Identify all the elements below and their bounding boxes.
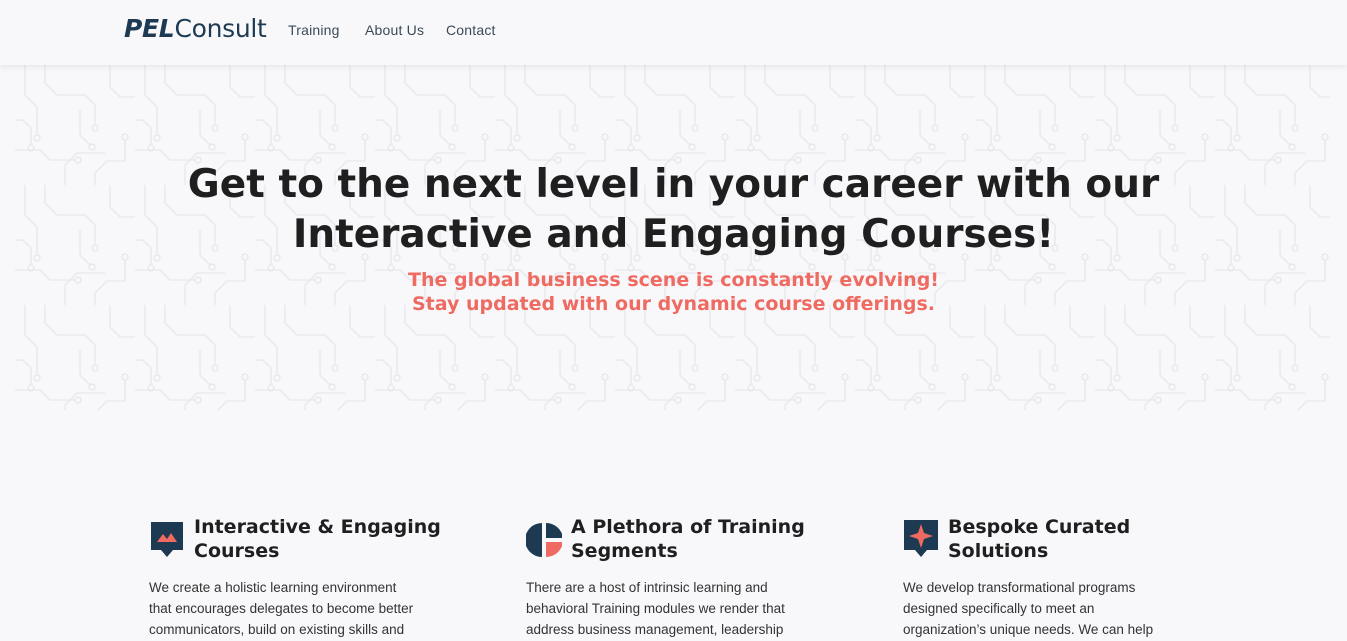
feature-text-line2: designed specifically to meet an [903,601,1095,616]
nav-link-contact[interactable]: Contact [446,22,496,38]
feature-title-line1: A Plethora of Training [571,516,805,538]
feature-text-line1: There are a host of intrinsic learning a… [526,580,768,595]
feature-text: We develop transformational programs des… [903,577,1203,640]
navbar: PELConsult Training About Us Contact [0,0,1347,65]
feature-title: Interactive & Engaging Courses [194,515,454,563]
feature-title-line2: Courses [194,540,280,562]
brand-logo-light: Consult [174,14,267,43]
hero-section: Get to the next level in your career wit… [0,65,1347,415]
nav-link-about-us[interactable]: About Us [365,22,424,38]
feature-title-line1: Bespoke Curated [948,516,1131,538]
hero-subtitle-line2: Stay updated with our dynamic course off… [411,293,935,315]
feature-title-line2: Segments [571,540,678,562]
hero-title: Get to the next level in your career wit… [0,160,1347,260]
feature-text-line1: We develop transformational programs [903,580,1136,595]
feature-text-line2: that encourages delegates to become bett… [149,601,414,616]
star-badge-icon [904,520,938,557]
hero-title-line1: Get to the next level in your career wit… [187,162,1160,207]
nav-link-training[interactable]: Training [288,22,340,38]
hero-title-line2: Interactive and Engaging Courses! [292,212,1055,257]
feature-title: Bespoke Curated Solutions [948,515,1208,563]
feature-text: We create a holistic learning environmen… [149,577,449,640]
feature-text-line3: organization’s unique needs. We can help [903,622,1154,637]
feature-text-line1: We create a holistic learning environmen… [149,580,397,595]
hero-subtitle-line1: The global business scene is constantly … [408,269,939,291]
brand-logo[interactable]: PELConsult [124,14,267,43]
feature-title-line1: Interactive & Engaging [194,516,441,538]
feature-text-line3: communicators, build on existing skills … [149,622,405,637]
chat-image-icon [151,522,183,557]
pie-chart-icon [526,522,562,558]
feature-text: There are a host of intrinsic learning a… [526,577,826,640]
feature-text-line2: behavioral Training modules we render th… [526,601,785,616]
feature-title-line2: Solutions [948,540,1049,562]
hero-subtitle: The global business scene is constantly … [0,268,1347,316]
feature-title: A Plethora of Training Segments [571,515,831,563]
feature-text-line3: address business management, leadership [526,622,784,637]
brand-logo-bold: PEL [124,14,175,43]
